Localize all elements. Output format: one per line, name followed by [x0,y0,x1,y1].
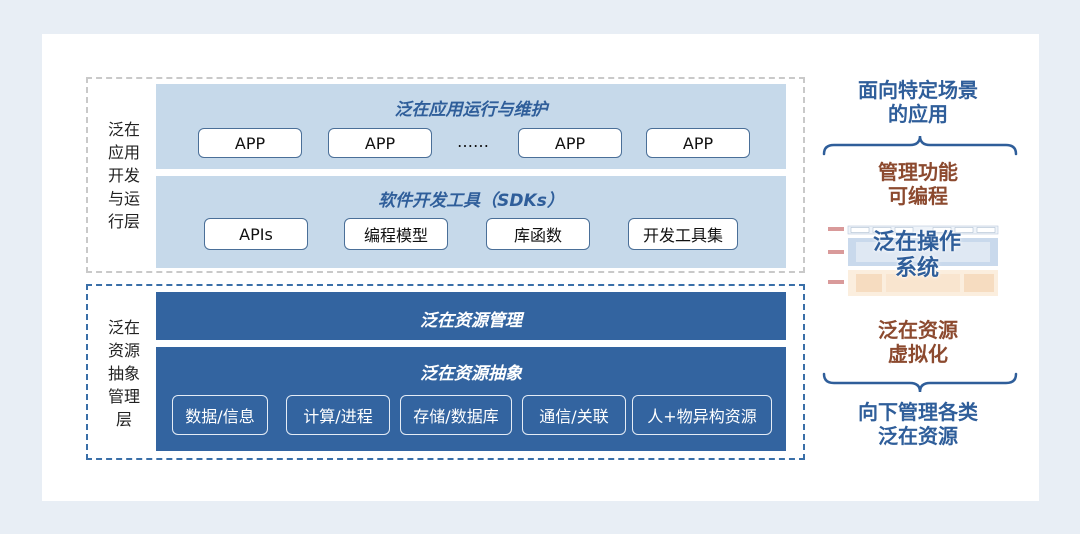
heterogeneous-resource-box: 人+物异构资源 [632,395,772,435]
app-ops-title: 泛在应用运行与维护 [394,100,548,120]
programming-model-box: 编程模型 [344,218,448,250]
data-info-box: 数据/信息 [172,395,268,435]
right-top-text: 面向特定场景 的应用 [858,78,978,126]
compute-process-box: 计算/进程 [286,395,390,435]
right-mid-top-text: 管理功能 可编程 [878,160,958,208]
resource-management-title: 泛在资源管理 [420,311,522,331]
top-brace [822,135,1018,156]
app-box: APP [518,128,622,158]
app-ops-panel: 泛在应用运行与维护 APP APP …… APP APP [156,84,786,169]
resource-management-panel: 泛在资源管理 [156,292,786,340]
app-layer-label: 泛在 应用 开发 与运 行层 [107,120,140,231]
right-bottom-text: 向下管理各类 泛在资源 [858,400,978,448]
library-box: 库函数 [486,218,590,250]
bottom-brace [822,372,1018,393]
mini-os-diagram: 泛在操作 系统 [826,224,1008,300]
storage-db-box: 存储/数据库 [400,395,512,435]
resource-abstraction-title: 泛在资源抽象 [420,364,522,384]
devtools-box: 开发工具集 [628,218,738,250]
apis-box: APIs [204,218,308,250]
app-box: APP [198,128,302,158]
resource-layer-label: 泛在 资源 抽象 管理 层 [107,318,140,429]
app-box: APP [328,128,432,158]
sdk-panel: 软件开发工具（SDKs） APIs 编程模型 库函数 开发工具集 [156,176,786,268]
sdk-title: 软件开发工具（SDKs） [378,191,564,211]
app-box: APP [646,128,750,158]
right-mid-bottom-text: 泛在资源 虚拟化 [878,318,958,366]
ellipsis: …… [457,132,489,151]
os-title: 泛在操作 系统 [872,230,961,281]
resource-abstraction-panel: 泛在资源抽象 数据/信息 计算/进程 存储/数据库 通信/关联 人+物异构资源 [156,347,786,451]
comm-relation-box: 通信/关联 [522,395,626,435]
